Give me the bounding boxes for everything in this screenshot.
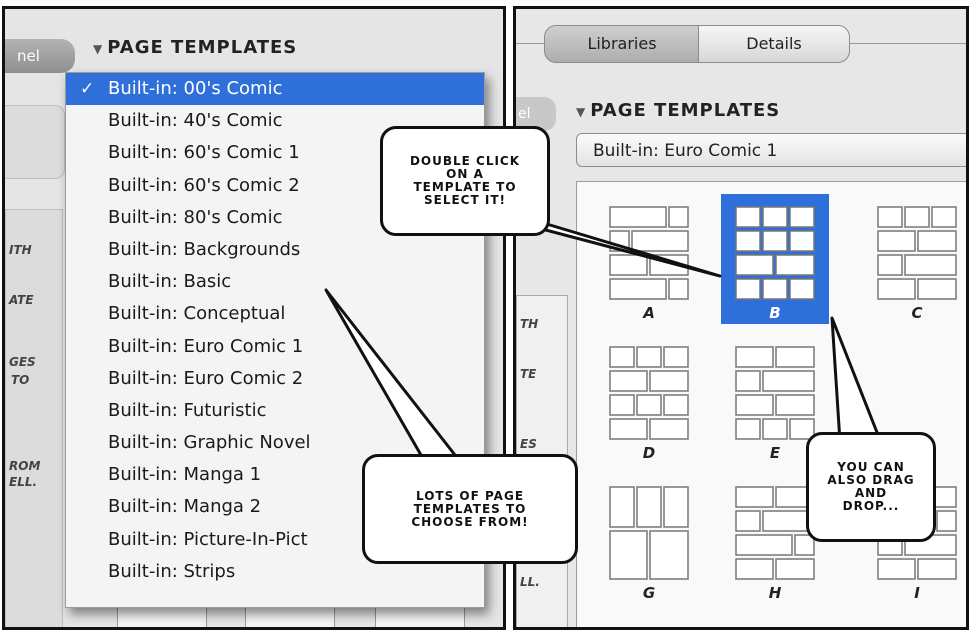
- disclosure-triangle-icon[interactable]: ▼: [93, 42, 103, 56]
- template-thumbnail[interactable]: A: [595, 194, 703, 324]
- template-thumbnail[interactable]: D: [595, 334, 703, 464]
- clipped-text: ROM: [9, 459, 41, 473]
- template-layout-icon: [609, 206, 689, 300]
- checkmark-icon: ✓: [80, 79, 95, 99]
- clipped-text: ES: [520, 437, 537, 451]
- template-set-select[interactable]: Built-in: Euro Comic 1: [576, 133, 966, 167]
- template-layout-icon: [609, 486, 689, 580]
- menu-item[interactable]: ✓ Built-in: 00's Comic: [66, 73, 484, 106]
- template-layout-icon: [609, 346, 689, 440]
- template-label: H: [768, 584, 782, 602]
- tab-divider-line: [516, 43, 544, 44]
- template-layout-icon: [735, 206, 815, 300]
- clipped-text: TE: [520, 367, 537, 381]
- template-layout-icon: [735, 346, 815, 440]
- background-button: [5, 105, 65, 179]
- clipped-text: ELL.: [9, 475, 38, 489]
- clipped-text: TH: [520, 317, 539, 331]
- template-label: A: [643, 304, 655, 322]
- menu-item[interactable]: Built-in: Backgrounds: [66, 234, 484, 266]
- clipped-text: TO: [11, 373, 30, 387]
- template-thumbnail[interactable]: C: [863, 194, 966, 324]
- tab-libraries[interactable]: Libraries: [544, 25, 700, 63]
- template-label: B: [769, 304, 781, 322]
- clipped-text: ATE: [9, 293, 34, 307]
- menu-item[interactable]: Built-in: Euro Comic 2: [66, 363, 484, 395]
- template-label: D: [642, 444, 656, 462]
- callout-drag-drop: YOU CAN ALSO DRAG AND DROP...: [806, 432, 936, 542]
- template-thumbnail-selected[interactable]: B: [721, 194, 829, 324]
- template-label: G: [642, 584, 656, 602]
- clipped-text: ITH: [9, 243, 32, 257]
- background-pane: [5, 209, 63, 627]
- menu-item[interactable]: Built-in: Conceptual: [66, 298, 484, 330]
- page-templates-header[interactable]: ▼ PAGE TEMPLATES: [93, 37, 297, 58]
- clipped-text: GES: [9, 355, 36, 369]
- template-thumbnail[interactable]: G: [595, 474, 703, 604]
- clipped-text: LL.: [520, 575, 540, 589]
- template-layout-icon: [877, 206, 957, 300]
- tab-divider-line: [850, 43, 966, 44]
- callout-double-click: DOUBLE CLICK ON A TEMPLATE TO SELECT IT!: [380, 126, 550, 236]
- panel-tab[interactable]: nel: [5, 39, 75, 73]
- disclosure-triangle-icon[interactable]: ▼: [576, 105, 586, 119]
- template-layout-icon: [735, 486, 815, 580]
- menu-item[interactable]: Built-in: Futuristic: [66, 395, 484, 427]
- menu-item[interactable]: Built-in: Euro Comic 1: [66, 331, 484, 363]
- header-label: PAGE TEMPLATES: [590, 100, 781, 121]
- menu-item[interactable]: Built-in: Basic: [66, 266, 484, 298]
- tab-details[interactable]: Details: [698, 25, 850, 63]
- template-label: I: [914, 584, 920, 602]
- template-label: C: [911, 304, 923, 322]
- page-templates-header[interactable]: ▼ PAGE TEMPLATES: [576, 100, 780, 121]
- header-label: PAGE TEMPLATES: [107, 37, 298, 58]
- callout-lots-templates: LOTS OF PAGE TEMPLATES TO CHOOSE FROM!: [362, 454, 578, 564]
- template-grid: A B C D E G H I: [576, 181, 966, 627]
